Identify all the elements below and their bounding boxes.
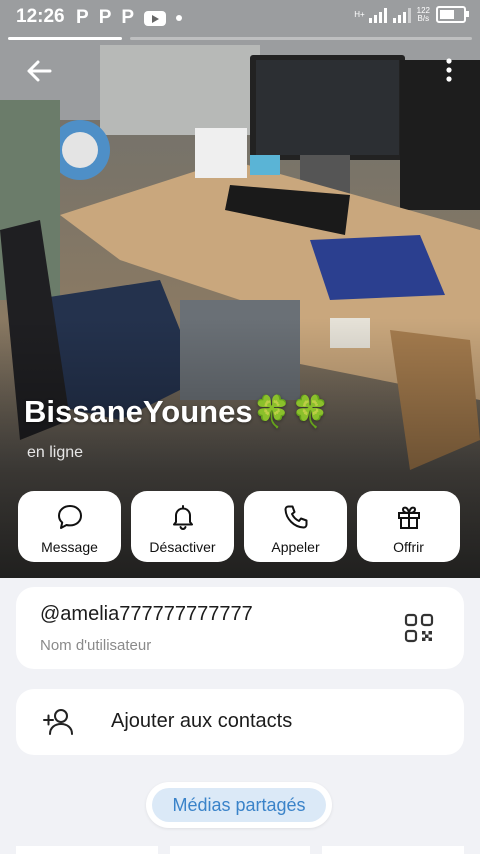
youtube-icon	[144, 10, 167, 26]
gift-button[interactable]: Offrir	[357, 491, 460, 562]
parking-app-icon: P	[121, 7, 135, 28]
media-thumbnail[interactable]	[322, 846, 464, 854]
parking-app-icon: P	[98, 7, 112, 28]
notification-icons: P P P	[76, 7, 183, 29]
story-progress-bar	[8, 37, 122, 40]
qr-code-icon[interactable]	[404, 613, 434, 643]
gift-button-label: Offrir	[393, 538, 424, 555]
call-button[interactable]: Appeler	[244, 491, 347, 562]
bell-icon	[172, 504, 193, 530]
online-status: en ligne	[27, 444, 84, 461]
mute-button[interactable]: Désactiver	[131, 491, 234, 562]
media-thumbnail[interactable]	[170, 846, 310, 854]
message-bubble-icon	[57, 504, 82, 529]
add-to-contacts-button[interactable]: Ajouter aux contacts	[16, 689, 464, 755]
add-user-icon	[43, 709, 73, 735]
mute-button-label: Désactiver	[149, 538, 216, 555]
clock: 12:26	[16, 6, 65, 27]
battery-icon	[436, 6, 469, 23]
media-thumbnail[interactable]	[16, 846, 158, 854]
gift-icon	[397, 506, 420, 529]
shared-media-tab[interactable]: Médias partagés	[146, 782, 332, 828]
shared-media-label: Médias partagés	[152, 788, 326, 822]
call-button-label: Appeler	[271, 538, 320, 555]
parking-app-icon: P	[76, 7, 89, 28]
profile-actions: Message Désactiver Appeler Offrir	[18, 491, 460, 562]
username-value[interactable]: @amelia777777777777	[40, 603, 253, 626]
status-bar: 12:26 P P P H+ 122 B/s	[0, 0, 480, 34]
network-type: H+	[354, 9, 365, 19]
phone-icon	[284, 505, 307, 528]
username-card[interactable]: @amelia777777777777 Nom d'utilisateur	[16, 587, 464, 669]
username-label: Nom d'utilisateur	[40, 637, 152, 654]
shared-media-preview-strip[interactable]	[0, 846, 480, 854]
message-button-label: Message	[41, 538, 98, 555]
system-indicators: H+ 122 B/s	[354, 5, 469, 23]
add-to-contacts-label: Ajouter aux contacts	[111, 710, 293, 732]
more-vertical-icon[interactable]	[444, 56, 454, 86]
profile-name: BissaneYounes🍀🍀	[24, 394, 330, 429]
signal-strength-icon-2	[392, 7, 411, 23]
signal-strength-icon	[368, 7, 387, 23]
story-progress-track	[130, 37, 472, 40]
message-button[interactable]: Message	[18, 491, 121, 562]
network-speed: 122 B/s	[416, 5, 430, 23]
arrow-left-icon[interactable]	[22, 54, 56, 88]
more-notifications-dot-icon	[176, 15, 183, 21]
